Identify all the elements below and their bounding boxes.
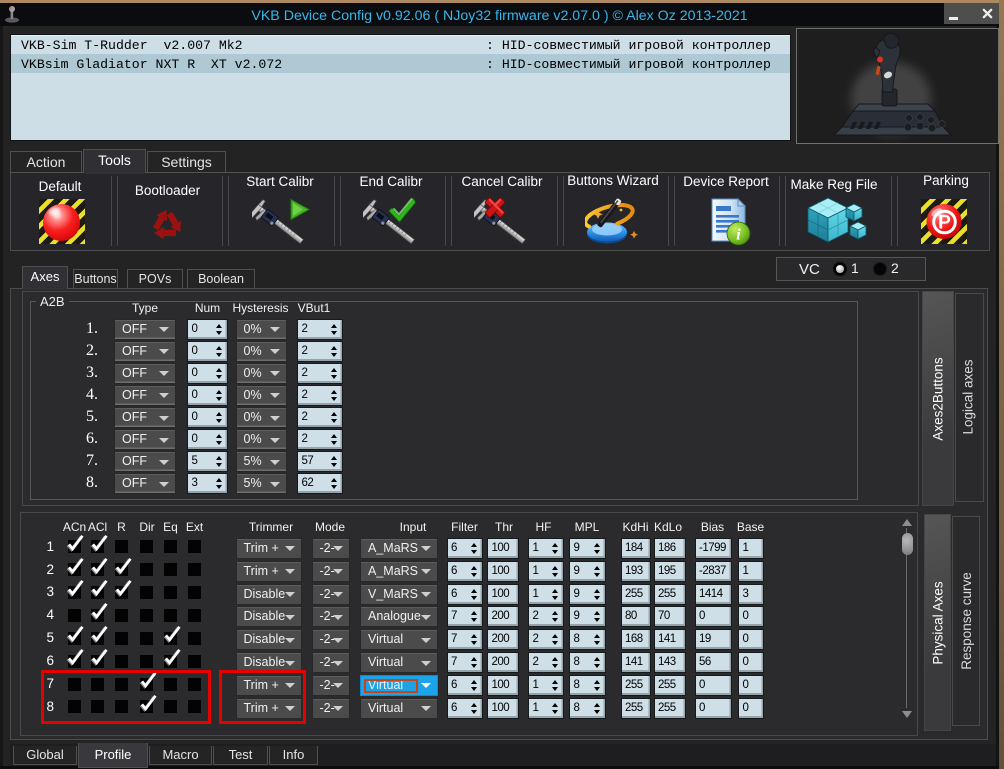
svg-text:P: P	[938, 213, 951, 234]
svg-text:i: i	[736, 227, 741, 244]
